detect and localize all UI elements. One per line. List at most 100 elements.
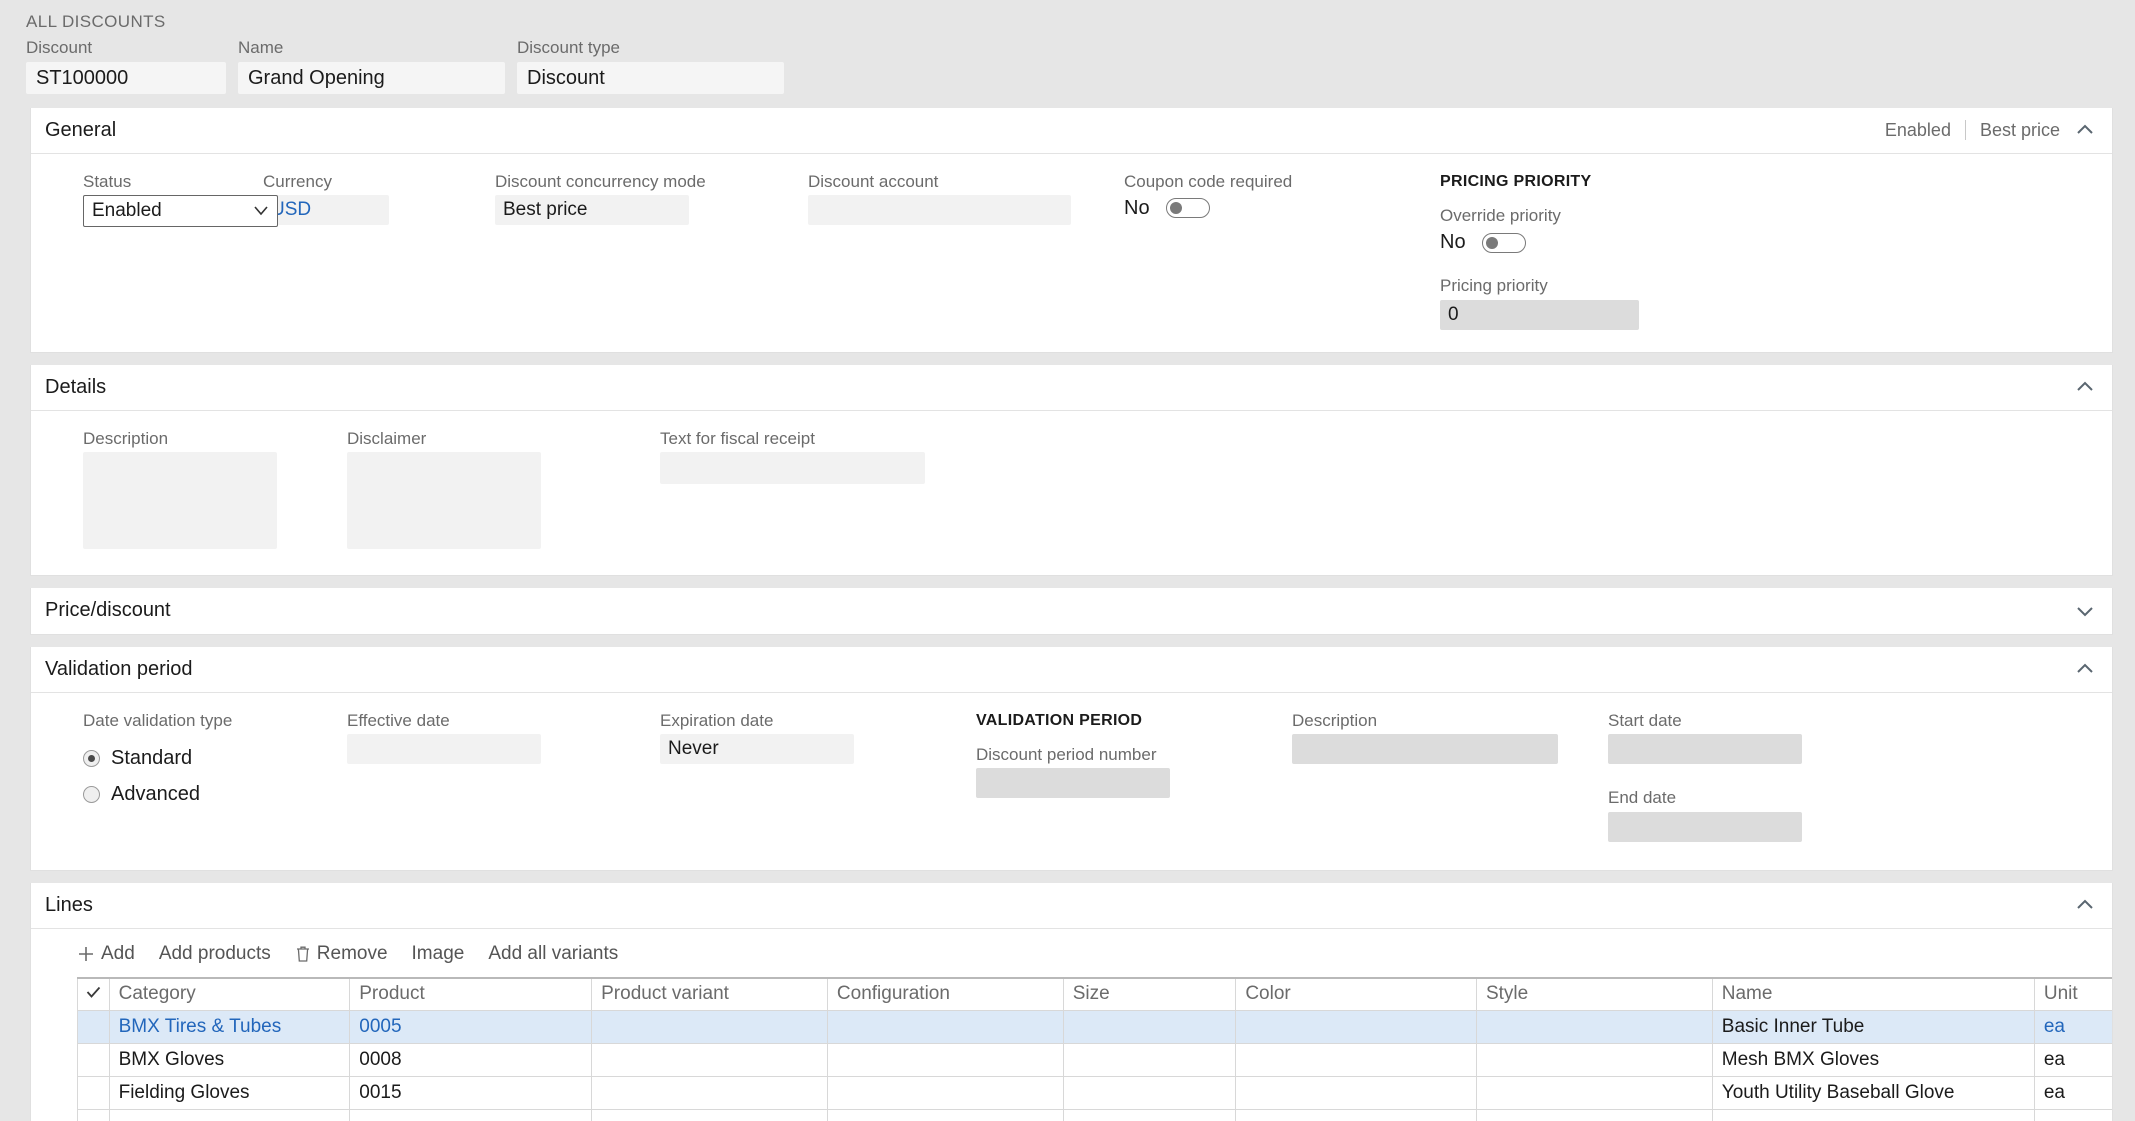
cell-unit[interactable]: ea <box>2033 1043 2112 1078</box>
fiscal-receipt-value[interactable] <box>660 451 925 484</box>
discount-account-field: Discount account <box>808 172 1124 330</box>
discount-type-input[interactable] <box>517 61 784 94</box>
cell-name[interactable] <box>1711 1109 2035 1121</box>
cell-color[interactable] <box>1235 1010 1477 1045</box>
cell-style[interactable] <box>1475 1076 1713 1111</box>
end-date-value[interactable] <box>1608 811 1802 842</box>
column-header-name[interactable]: Name <box>1711 976 2035 1012</box>
radio-advanced-button[interactable] <box>83 786 100 804</box>
cell-product[interactable] <box>349 1109 593 1121</box>
cell-configuration[interactable] <box>826 1076 1064 1111</box>
add-all-variants-button[interactable]: Add all variants <box>488 943 618 965</box>
cell-configuration[interactable] <box>826 1043 1064 1078</box>
row-checkbox[interactable] <box>77 1076 110 1111</box>
cell-color[interactable] <box>1235 1076 1477 1111</box>
cell-product-variant[interactable] <box>591 1043 828 1078</box>
column-header-color[interactable]: Color <box>1235 976 1477 1012</box>
table-row[interactable] <box>77 1109 2112 1121</box>
radio-standard-button[interactable] <box>83 750 100 768</box>
radio-advanced[interactable]: Advanced <box>83 783 347 806</box>
image-button[interactable]: Image <box>412 943 465 965</box>
lines-section-header[interactable]: Lines <box>31 882 2112 929</box>
validation-period-section-header[interactable]: Validation period <box>31 646 2112 693</box>
cell-size[interactable] <box>1062 1076 1237 1111</box>
add-all-variants-label: Add all variants <box>488 942 619 964</box>
breadcrumb[interactable]: ALL DISCOUNTS <box>0 12 2135 38</box>
cell-product[interactable]: 0015 <box>349 1076 593 1111</box>
discount-account-value[interactable] <box>808 194 1071 225</box>
price-discount-section-header[interactable]: Price/discount <box>31 587 2112 634</box>
cell-name[interactable]: Basic Inner Tube <box>1711 1010 2035 1045</box>
row-checkbox[interactable] <box>77 1109 110 1121</box>
cell-category[interactable] <box>108 1109 351 1121</box>
cell-product-variant[interactable] <box>591 1109 828 1121</box>
radio-standard[interactable]: Standard <box>83 747 347 770</box>
select-all-checkbox[interactable] <box>77 976 110 1012</box>
cell-unit[interactable] <box>2033 1109 2112 1121</box>
disclaimer-textarea[interactable] <box>347 451 541 549</box>
column-header-category[interactable]: Category <box>108 976 351 1012</box>
chevron-up-icon[interactable] <box>2074 658 2096 680</box>
add-products-button[interactable]: Add products <box>159 943 271 965</box>
cell-product[interactable]: 0005 <box>349 1010 593 1045</box>
remove-button[interactable]: Remove <box>295 943 388 965</box>
column-header-unit[interactable]: Unit <box>2033 976 2112 1012</box>
header-field-discount-type: Discount type <box>517 38 784 94</box>
concurrency-value[interactable]: Best price <box>495 194 689 225</box>
status-select[interactable]: Enabled <box>83 194 278 227</box>
coupon-code-toggle[interactable] <box>1165 198 1210 219</box>
cell-configuration[interactable] <box>826 1109 1064 1121</box>
cell-color[interactable] <box>1235 1043 1477 1078</box>
row-checkbox[interactable] <box>77 1043 110 1078</box>
cell-style[interactable] <box>1475 1010 1713 1045</box>
cell-category[interactable]: BMX Tires & Tubes <box>108 1010 351 1045</box>
cell-name[interactable]: Mesh BMX Gloves <box>1711 1043 2035 1078</box>
chevron-up-icon[interactable] <box>2074 376 2096 398</box>
table-row[interactable]: Fielding Gloves 0015 Youth Utility Baseb… <box>77 1076 2112 1111</box>
chevron-up-icon[interactable] <box>2074 119 2096 141</box>
discount-input[interactable] <box>26 61 226 94</box>
validation-period-section: Validation period Date validation type S… <box>30 646 2113 871</box>
column-header-product[interactable]: Product <box>349 976 593 1012</box>
start-date-value[interactable] <box>1608 734 1802 765</box>
column-header-style[interactable]: Style <box>1475 976 1713 1012</box>
cell-name[interactable]: Youth Utility Baseball Glove <box>1711 1076 2035 1111</box>
period-description-value[interactable] <box>1292 734 1558 765</box>
radio-standard-label: Standard <box>111 747 193 770</box>
start-end-date-group: Start date End date <box>1608 711 1802 842</box>
cell-color[interactable] <box>1235 1109 1477 1121</box>
expiration-date-value[interactable]: Never <box>660 734 854 765</box>
validation-period-title: Validation period <box>45 657 193 680</box>
cell-size[interactable] <box>1062 1010 1237 1045</box>
currency-value[interactable]: USD <box>263 194 389 225</box>
details-section-header[interactable]: Details <box>31 364 2112 411</box>
column-header-configuration[interactable]: Configuration <box>826 976 1064 1012</box>
cell-product-variant[interactable] <box>591 1010 828 1045</box>
chevron-up-icon[interactable] <box>2074 894 2096 916</box>
column-header-product-variant[interactable]: Product variant <box>591 976 828 1012</box>
row-checkbox[interactable] <box>77 1010 110 1045</box>
discount-period-number-value[interactable] <box>976 768 1170 799</box>
cell-configuration[interactable] <box>826 1010 1064 1045</box>
name-input[interactable] <box>238 61 505 94</box>
description-textarea[interactable] <box>83 451 277 549</box>
cell-product-variant[interactable] <box>591 1076 828 1111</box>
cell-size[interactable] <box>1062 1043 1237 1078</box>
effective-date-value[interactable] <box>347 734 541 765</box>
pricing-priority-value[interactable]: 0 <box>1440 299 1639 330</box>
cell-category[interactable]: Fielding Gloves <box>108 1076 351 1111</box>
cell-style[interactable] <box>1475 1109 1713 1121</box>
table-row[interactable]: BMX Gloves 0008 Mesh BMX Gloves ea Incl <box>77 1043 2112 1078</box>
cell-style[interactable] <box>1475 1043 1713 1078</box>
add-button[interactable]: Add <box>77 943 135 965</box>
cell-category[interactable]: BMX Gloves <box>108 1043 351 1078</box>
general-section-header[interactable]: General Enabled Best price <box>31 107 2112 154</box>
cell-unit[interactable]: ea <box>2033 1010 2112 1045</box>
cell-unit[interactable]: ea <box>2033 1076 2112 1111</box>
chevron-down-icon[interactable] <box>2074 600 2096 622</box>
cell-product[interactable]: 0008 <box>349 1043 593 1078</box>
override-priority-toggle[interactable] <box>1481 232 1526 253</box>
cell-size[interactable] <box>1062 1109 1237 1121</box>
column-header-size[interactable]: Size <box>1062 976 1237 1012</box>
table-row[interactable]: BMX Tires & Tubes 0005 Basic Inner Tube … <box>77 1010 2112 1045</box>
